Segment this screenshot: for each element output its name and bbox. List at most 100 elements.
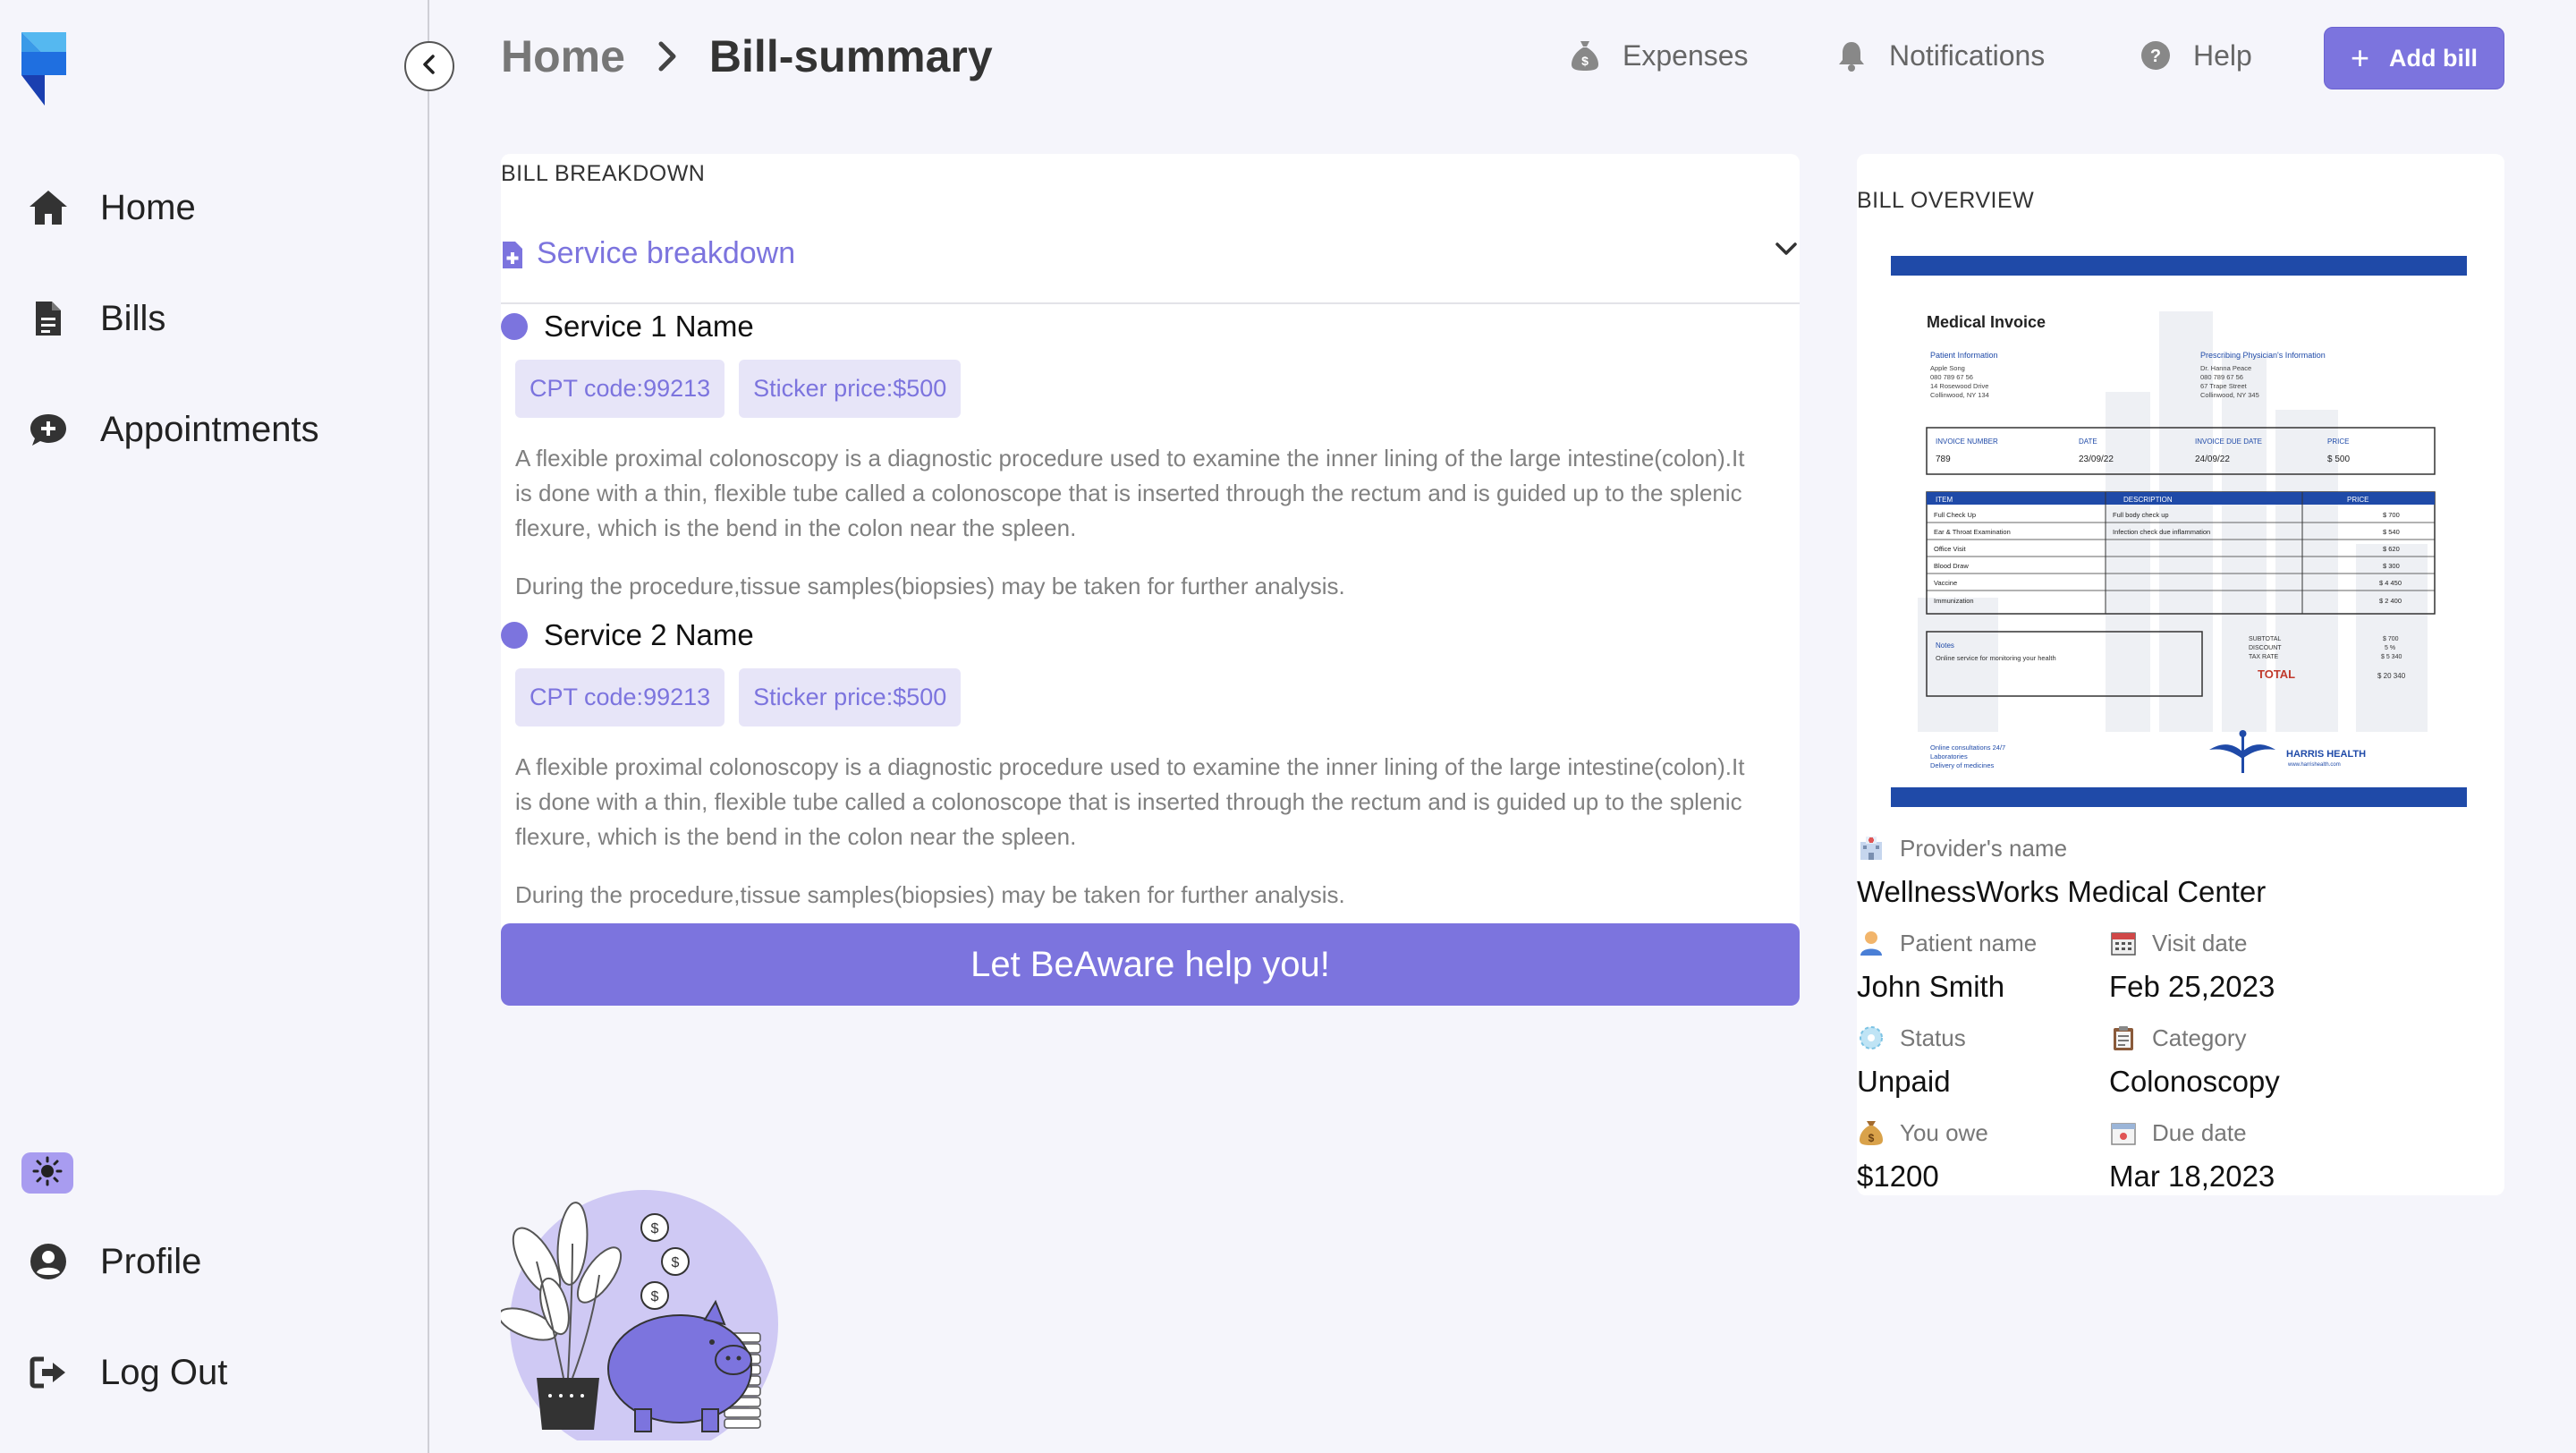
invoice-text: $ 20 340	[2377, 672, 2406, 680]
sidebar-item-label: Appointments	[100, 409, 319, 449]
service-name-text: Service 2 Name	[544, 618, 754, 651]
invoice-text: Apple Song	[1930, 364, 1965, 372]
service-name-text: Service 1 Name	[544, 310, 754, 343]
invoice-text: 5 %	[2385, 645, 2395, 651]
category-label: Category	[2109, 1024, 2247, 1052]
sidebar-item-appointments[interactable]: Appointments	[27, 403, 319, 456]
sidebar-item-bills[interactable]: Bills	[27, 292, 165, 345]
provider-value: WellnessWorks Medical Center	[1857, 875, 2267, 908]
sidebar-item-label: Home	[100, 187, 196, 227]
provider-label-text: Provider's name	[1900, 834, 2068, 862]
sidebar-item-home[interactable]: Home	[27, 181, 196, 234]
invoice-text: 080 789 67 56	[2200, 373, 2243, 381]
svg-text:?: ?	[2150, 47, 2161, 66]
status-value: Unpaid	[1857, 1065, 1951, 1098]
invoice-text: Ear & Throat Examination	[1934, 528, 2011, 536]
invoice-text: DESCRIPTION	[2123, 496, 2173, 504]
cpt-code-chip: CPT code:99213	[515, 360, 725, 418]
sidebar-item-label: Log Out	[100, 1352, 228, 1392]
bill-breakdown-card: BILL BREAKDOWN Service breakdown Service…	[501, 154, 1800, 1006]
document-plus-icon	[501, 240, 524, 275]
sidebar-collapse-button[interactable]	[404, 41, 454, 91]
breadcrumb-home[interactable]: Home	[501, 30, 625, 82]
invoice-text: Infection check due inflammation	[2113, 528, 2210, 536]
invoice-text: Blood Draw	[1934, 562, 1969, 570]
invoice-text: DATE	[2079, 438, 2097, 446]
add-bill-label: Add bill	[2389, 44, 2478, 72]
sidebar-item-label: Bills	[100, 298, 166, 338]
invoice-text: $ 4 450	[2379, 579, 2402, 587]
invoice-text: Full body check up	[2113, 511, 2169, 519]
invoice-physician-info: Prescribing Physician's Information	[2200, 351, 2326, 360]
invoice-text: $ 300	[2383, 562, 2400, 570]
invoice-text: SUBTOTAL	[2249, 636, 2281, 642]
chevron-down-icon	[1775, 242, 1798, 262]
service-name: Service 2 Name	[501, 618, 1800, 652]
category-value: Colonoscopy	[2109, 1065, 2280, 1098]
service-description: A flexible proximal colonoscopy is a dia…	[515, 445, 1745, 541]
money-bag-icon: $	[1857, 1118, 1885, 1147]
service-note: During the procedure,tissue samples(biop…	[515, 573, 1345, 599]
invoice-text: 14 Rosewood Drive	[1930, 382, 1988, 390]
invoice-text: 080 789 67 56	[1930, 373, 1973, 381]
invoice-text: $ 5 340	[2381, 654, 2402, 660]
invoice-text: www.harrishealth.com	[2287, 762, 2341, 768]
service-tags: CPT code:99213 Sticker price:$500	[501, 360, 1800, 418]
visit-date-label-text: Visit date	[2152, 929, 2248, 956]
invoice-patient-info: Patient Information	[1930, 351, 1998, 360]
chevron-right-icon	[657, 41, 677, 72]
invoice-text: Collinwood, NY 134	[1930, 391, 1989, 399]
sidebar-item-profile[interactable]: Profile	[27, 1235, 201, 1288]
add-bill-button[interactable]: + Add bill	[2324, 27, 2504, 89]
invoice-text: Online consultations 24/7	[1930, 743, 2005, 752]
invoice-text: Full Check Up	[1934, 511, 1976, 519]
you-owe-label: $ You owe	[1857, 1118, 1988, 1147]
svg-text:$: $	[1868, 1132, 1875, 1144]
beaware-help-button[interactable]: Let BeAware help you!	[501, 923, 1800, 1006]
invoice-image[interactable]: Medical Invoice Patient Information Appl…	[1891, 256, 2467, 807]
bill-overview-card: BILL OVERVIEW Medical Invoice Patient In…	[1857, 154, 2504, 1195]
you-owe-label-text: You owe	[1900, 1118, 1988, 1146]
help-link[interactable]: ? Help	[2138, 38, 2252, 73]
notifications-label: Notifications	[1889, 38, 2046, 72]
calendar-icon	[2109, 929, 2138, 957]
home-icon	[27, 186, 70, 229]
svg-text:$: $	[651, 1221, 659, 1236]
invoice-text: Office Visit	[1934, 545, 1966, 553]
money-bag-icon: $	[1567, 38, 1603, 73]
invoice-text: PRICE	[2347, 496, 2368, 504]
person-icon	[1857, 929, 1885, 957]
invoice-text: 789	[1936, 455, 1951, 464]
notifications-link[interactable]: Notifications	[1834, 38, 2045, 73]
expenses-link[interactable]: $ Expenses	[1567, 38, 1749, 73]
sidebar: Home Bills Appointments Profile Log Out	[0, 0, 429, 1453]
document-icon	[27, 297, 70, 340]
sidebar-item-logout[interactable]: Log Out	[27, 1346, 227, 1399]
category-label-text: Category	[2152, 1024, 2247, 1051]
service-breakdown-accordion-header[interactable]: Service breakdown	[501, 231, 1800, 304]
status-label-text: Status	[1900, 1024, 1966, 1051]
invoice-brand: HARRIS HEALTH	[2286, 749, 2366, 760]
hospital-icon	[1857, 834, 1885, 862]
theme-toggle[interactable]	[21, 1152, 73, 1194]
invoice-text: $ 2 400	[2379, 597, 2402, 605]
invoice-text: DISCOUNT	[2249, 645, 2282, 651]
sticker-price-chip: Sticker price:$500	[739, 668, 962, 726]
invoice-text: $ 700	[2383, 636, 2399, 642]
status-label: Status	[1857, 1024, 1966, 1052]
service-tags: CPT code:99213 Sticker price:$500	[501, 668, 1800, 726]
sticker-price-chip: Sticker price:$500	[739, 360, 962, 418]
svg-text:$: $	[672, 1255, 680, 1270]
invoice-text: $ 620	[2383, 545, 2400, 553]
patient-label-text: Patient name	[1900, 929, 2038, 956]
invoice-text: 67 Trape Street	[2200, 382, 2248, 390]
sidebar-item-label: Profile	[100, 1241, 202, 1281]
app-logo[interactable]	[18, 32, 72, 106]
patient-label: Patient name	[1857, 929, 2037, 957]
invoice-text: ITEM	[1936, 496, 1953, 504]
invoice-text: TAX RATE	[2249, 654, 2279, 660]
user-circle-icon	[27, 1240, 70, 1283]
due-date-label: Due date	[2109, 1118, 2247, 1147]
invoice-text: Immunization	[1934, 597, 1974, 605]
invoice-text: Dr. Hanna Peace	[2200, 364, 2251, 372]
